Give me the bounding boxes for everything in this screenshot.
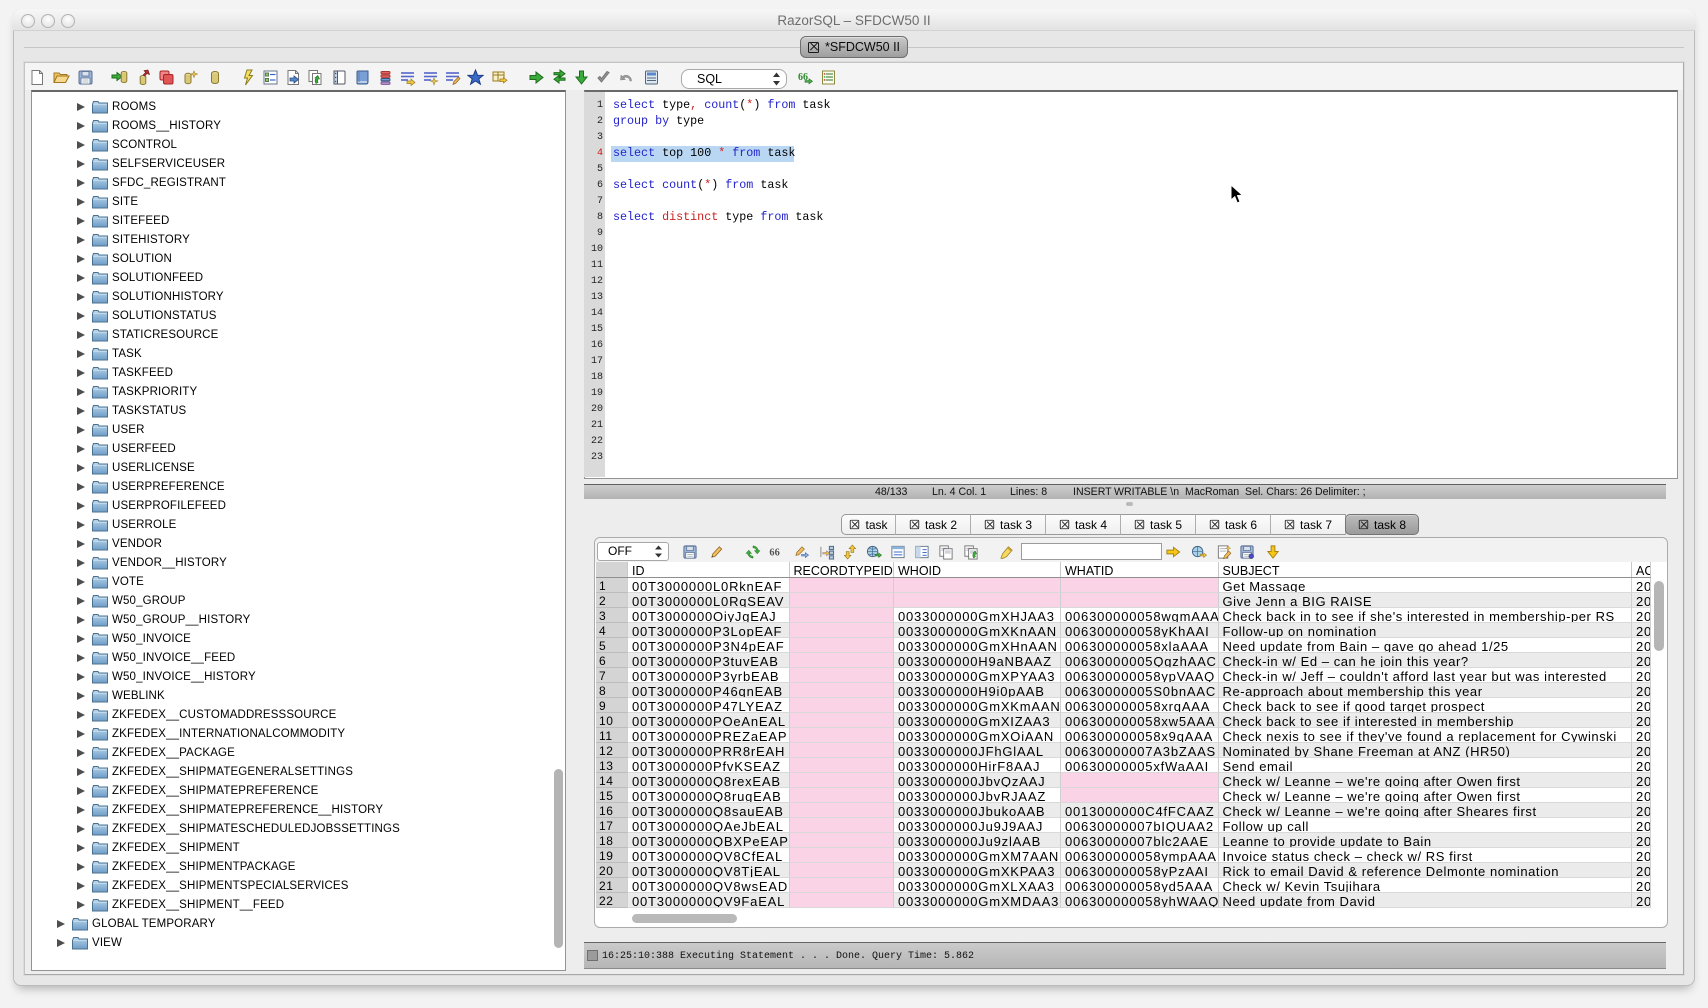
svg-text:66: 66 (769, 547, 779, 558)
